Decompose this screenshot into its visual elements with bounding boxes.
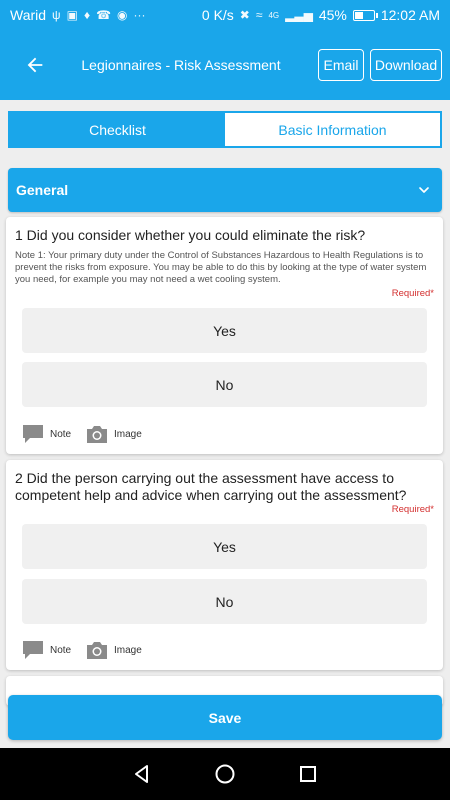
image-button[interactable]: Image <box>86 424 142 444</box>
battery-percent: 45% <box>318 7 347 23</box>
status-left: Warid ψ ▣ ♦ ☎ ◉ ··· <box>10 7 146 23</box>
more-icon: ··· <box>133 8 146 22</box>
status-right: 0 K/s ✖ ≈ 4G ▂▃▅ 45% 12:02 AM <box>202 7 440 23</box>
section-title: General <box>16 182 69 198</box>
status-bar: Warid ψ ▣ ♦ ☎ ◉ ··· 0 K/s ✖ ≈ 4G ▂▃▅ 45%… <box>0 0 450 30</box>
image-button[interactable]: Image <box>86 640 142 660</box>
tab-basic-information[interactable]: Basic Information <box>225 113 440 146</box>
question-title: 2 Did the person carrying out the assess… <box>15 470 407 503</box>
battery-fill <box>354 11 363 19</box>
note-button[interactable]: Note <box>22 640 71 660</box>
camera-icon <box>87 642 107 659</box>
back-triangle-icon[interactable] <box>131 763 153 785</box>
mute-icon: ✖ <box>239 8 250 22</box>
note-label: Note <box>50 428 72 440</box>
image-label: Image <box>114 644 142 656</box>
note-label: Note <box>50 644 72 656</box>
speech-bubble-icon <box>23 425 43 443</box>
usb-icon: ψ <box>52 8 61 22</box>
twitter-icon: ♦ <box>83 8 91 22</box>
email-button[interactable]: Email <box>318 49 364 81</box>
recents-square-icon[interactable] <box>297 763 319 785</box>
download-button[interactable]: Download <box>370 49 442 81</box>
speech-bubble-icon <box>23 641 43 659</box>
whatsapp-icon: ☎ <box>96 8 112 22</box>
network-type: 4G <box>268 10 280 20</box>
option-yes-button[interactable]: Yes <box>22 524 427 569</box>
back-button[interactable] <box>14 44 56 86</box>
arrow-left-icon <box>27 57 43 73</box>
section-header-general[interactable]: General <box>8 168 442 212</box>
image-icon: ▣ <box>66 8 78 22</box>
battery-icon <box>352 9 378 21</box>
question-title: 1 Did you consider whether you could eli… <box>15 227 366 243</box>
save-button[interactable]: Save <box>8 695 442 740</box>
question-card: 1 Did you consider whether you could eli… <box>6 217 443 454</box>
image-label: Image <box>114 428 142 440</box>
question-note: Note 1: Your primary duty under the Cont… <box>15 250 427 285</box>
camera-icon <box>87 426 107 443</box>
option-no-button[interactable]: No <box>22 579 427 624</box>
network-speed: 0 K/s <box>201 7 234 23</box>
option-yes-button[interactable]: Yes <box>22 308 427 353</box>
tab-checklist[interactable]: Checklist <box>10 113 225 146</box>
page-title: Legionnaires - Risk Assessment <box>81 57 281 73</box>
question-card: 2 Did the person carrying out the assess… <box>6 460 443 670</box>
option-no-button[interactable]: No <box>22 362 427 407</box>
signal-icon: ▂▃▅ <box>285 8 313 22</box>
note-button[interactable]: Note <box>22 424 71 444</box>
clock: 12:02 AM <box>380 7 440 23</box>
chevron-down-icon <box>419 187 429 193</box>
required-label: Required* <box>391 504 434 515</box>
app-bar: Legionnaires - Risk Assessment Email Dow… <box>0 30 450 100</box>
wifi-icon: ≈ <box>255 8 263 22</box>
tab-bar: Checklist Basic Information <box>8 111 442 148</box>
home-circle-icon[interactable] <box>214 763 236 785</box>
carrier-name: Warid <box>10 7 47 23</box>
required-label: Required* <box>391 288 434 299</box>
navigation-bar <box>0 748 450 800</box>
chrome-icon: ◉ <box>117 8 128 22</box>
